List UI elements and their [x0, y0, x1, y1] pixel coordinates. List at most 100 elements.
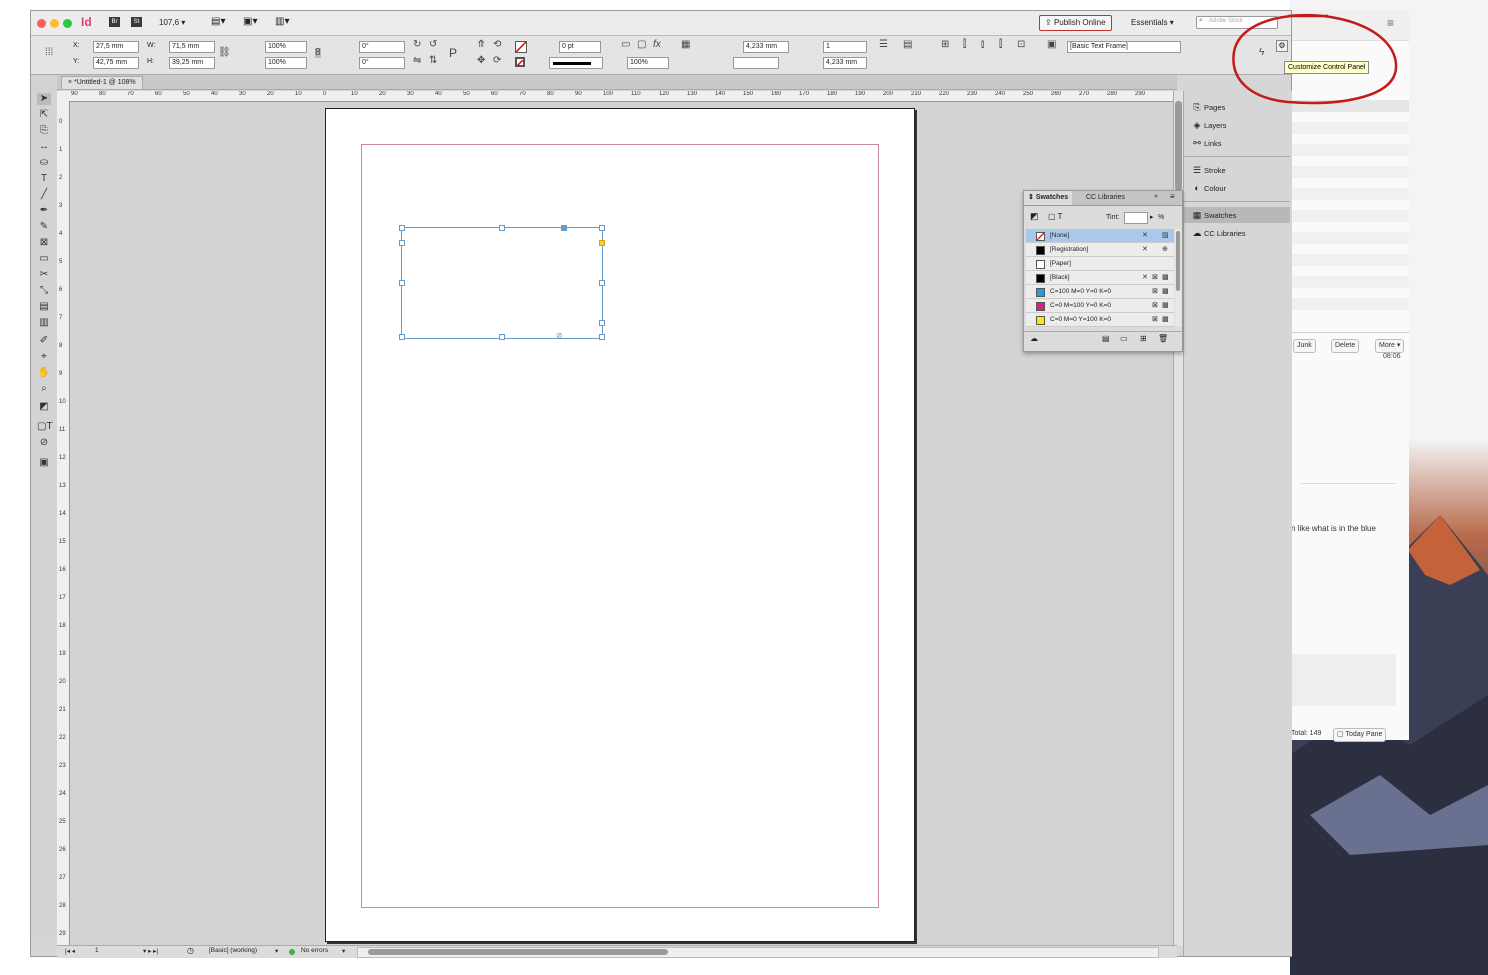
rotation-angle-field[interactable]: 0°: [359, 41, 405, 53]
flip-horizontal-icon[interactable]: ⇋: [413, 56, 421, 66]
rectangle-tool-icon[interactable]: ▭: [37, 253, 51, 265]
align-right-edges-icon[interactable]: ⫿: [999, 40, 1002, 50]
width-field[interactable]: 71,5 mm: [169, 41, 215, 53]
view-options-dropdown[interactable]: ▤▾: [211, 16, 225, 27]
rotate-cw-icon[interactable]: ↻: [413, 40, 421, 50]
auto-size-icon[interactable]: ⊞: [941, 40, 949, 50]
align-center-icon[interactable]: ▤: [903, 40, 912, 50]
selection-tool-icon[interactable]: ➤: [37, 93, 51, 105]
direct-selection-tool-icon[interactable]: ⇱: [37, 109, 51, 121]
mail-list-row[interactable]: [1291, 298, 1409, 310]
frame-handle[interactable]: [499, 225, 505, 231]
more-button[interactable]: More ▾: [1375, 339, 1405, 353]
align-top-icon[interactable]: ☰: [879, 40, 888, 50]
select-next-icon[interactable]: ⟳: [493, 56, 501, 66]
frame-handle[interactable]: [399, 280, 405, 286]
swatch-row[interactable]: [None] ✕ ▨: [1026, 229, 1174, 243]
mail-list-row[interactable]: [1291, 276, 1409, 288]
mail-list-row[interactable]: [1291, 210, 1409, 222]
stroke-type-dropdown[interactable]: [549, 57, 603, 69]
page-number-field[interactable]: 1: [95, 947, 99, 954]
rotate-ccw-icon[interactable]: ↺: [429, 40, 437, 50]
constrain-proportions-icon[interactable]: ⛓: [218, 48, 231, 58]
zoom-tool-icon[interactable]: ⌕: [37, 383, 51, 395]
gradient-feather-tool-icon[interactable]: ▥: [37, 317, 51, 329]
publish-online-button[interactable]: ⇪ Publish Online: [1039, 15, 1112, 31]
panel-menu-icon[interactable]: ≡: [1170, 192, 1175, 201]
minimize-window-button[interactable]: [50, 19, 59, 28]
page-tool-icon[interactable]: ⎘: [37, 125, 51, 137]
y-position-field[interactable]: 42,75 mm: [93, 57, 139, 69]
zoom-window-button[interactable]: [63, 19, 72, 28]
first-page-icon[interactable]: |◂ ◂: [65, 947, 75, 955]
align-horizontal-centers-icon[interactable]: ⫾: [981, 40, 984, 50]
opacity-field[interactable]: 100%: [627, 57, 669, 69]
frame-field[interactable]: [733, 57, 779, 69]
tab-cc-libraries[interactable]: CC Libraries: [1082, 191, 1129, 205]
formatting-container-icon[interactable]: ▢T: [37, 421, 53, 433]
swatch-row[interactable]: [Registration] ✕ ⊕: [1026, 243, 1174, 257]
scroll-thumb[interactable]: [368, 949, 668, 955]
document-tab[interactable]: × *Untitled-1 @ 108%: [61, 76, 143, 89]
select-content-icon[interactable]: ✥: [477, 56, 485, 66]
stroke-panel-tab[interactable]: ☰ Stroke: [1184, 162, 1290, 178]
mail-list-row[interactable]: [1291, 144, 1409, 156]
mail-list-row[interactable]: [1291, 188, 1409, 200]
layers-panel-tab[interactable]: ◈ Layers: [1184, 117, 1290, 133]
text-wrap-icon[interactable]: ▦: [681, 40, 690, 50]
mail-list-row[interactable]: [1291, 232, 1409, 244]
frame-fitting-icon[interactable]: ▢: [637, 40, 646, 50]
screen-mode-icon[interactable]: ▣: [37, 457, 51, 469]
shear-angle-field[interactable]: 0°: [359, 57, 405, 69]
reference-point-icon[interactable]: ⁞⁞⁞: [45, 48, 53, 58]
mail-list-row[interactable]: [1291, 122, 1409, 134]
swatches-panel-tab[interactable]: ▦ Swatches: [1184, 207, 1290, 223]
flip-vertical-icon[interactable]: ⇅: [429, 56, 437, 66]
new-swatch-icon[interactable]: ⊞: [1140, 334, 1147, 343]
preflight-menu-dropdown[interactable]: ▾: [342, 947, 345, 955]
rectangle-frame-tool-icon[interactable]: ⊠: [37, 237, 51, 249]
fill-swatch[interactable]: [515, 41, 527, 53]
pencil-tool-icon[interactable]: ✎: [37, 221, 51, 233]
eyedropper-tool-icon[interactable]: ⌖: [37, 351, 51, 363]
type-tool-icon[interactable]: T: [37, 173, 51, 185]
fill-stroke-toggle-icon[interactable]: ◩: [1030, 211, 1039, 222]
swatch-row[interactable]: C=0 M=0 Y=100 K=0 ⊠ ▩: [1026, 313, 1174, 327]
gap-tool-icon[interactable]: ↔: [37, 141, 51, 153]
free-transform-tool-icon[interactable]: ⤡: [37, 285, 51, 297]
content-grabber-icon[interactable]: ⊘: [556, 331, 563, 340]
out-port[interactable]: [599, 320, 605, 326]
tab-swatches[interactable]: ⇕ Swatches: [1024, 191, 1073, 205]
effects-fx-icon[interactable]: fx: [653, 40, 661, 50]
columns-field[interactable]: 1: [823, 41, 867, 53]
constrain-scale-icon[interactable]: 8: [315, 48, 321, 58]
frame-handle[interactable]: [399, 225, 405, 231]
page-style-dropdown[interactable]: ▾: [275, 947, 278, 955]
hand-tool-icon[interactable]: ✋: [37, 367, 51, 379]
scissors-tool-icon[interactable]: ✂: [37, 269, 51, 281]
frame-handle[interactable]: [599, 280, 605, 286]
height-field[interactable]: 39,25 mm: [169, 57, 215, 69]
show-swatch-views-icon[interactable]: ▤: [1102, 334, 1110, 343]
inset-spacing-field[interactable]: 4,233 mm: [743, 41, 789, 53]
gradient-swatch-tool-icon[interactable]: ▤: [37, 301, 51, 313]
x-position-field[interactable]: 27,5 mm: [93, 41, 139, 53]
select-previous-icon[interactable]: ⟲: [493, 40, 501, 50]
bridge-button[interactable]: Br: [109, 17, 120, 27]
live-corner-handle[interactable]: [599, 240, 605, 246]
stroke-swatch[interactable]: [515, 57, 525, 67]
scroll-thumb[interactable]: [1176, 231, 1180, 291]
vertical-ruler[interactable]: 0 1 2 3 4 5 6 7 8 9 10 11 12 13 14 15 16 17 18 19 20 21 22 23 24…: [57, 101, 70, 946]
junk-button[interactable]: Junk: [1293, 339, 1316, 353]
swatch-row[interactable]: [Paper]: [1026, 257, 1174, 271]
select-container-icon[interactable]: ⤊: [477, 40, 485, 50]
pasteboard[interactable]: ⊘: [70, 102, 1173, 946]
next-page-icon[interactable]: ▾ ▸ ▸|: [143, 947, 158, 955]
horizontal-scrollbar[interactable]: [357, 947, 1159, 958]
arrange-documents-dropdown[interactable]: ▥▾: [275, 16, 289, 27]
horizontal-ruler[interactable]: 90 80 70 60 50 40 30 20 10 0 10 20 30 40 50 60 70 80 90 100…: [57, 91, 1177, 102]
content-collector-icon[interactable]: ⛀: [37, 157, 51, 169]
tint-slider-arrow[interactable]: ▸: [1150, 213, 1154, 221]
gutter-field[interactable]: 4,233 mm: [823, 57, 867, 69]
frame-handle[interactable]: [599, 225, 605, 231]
